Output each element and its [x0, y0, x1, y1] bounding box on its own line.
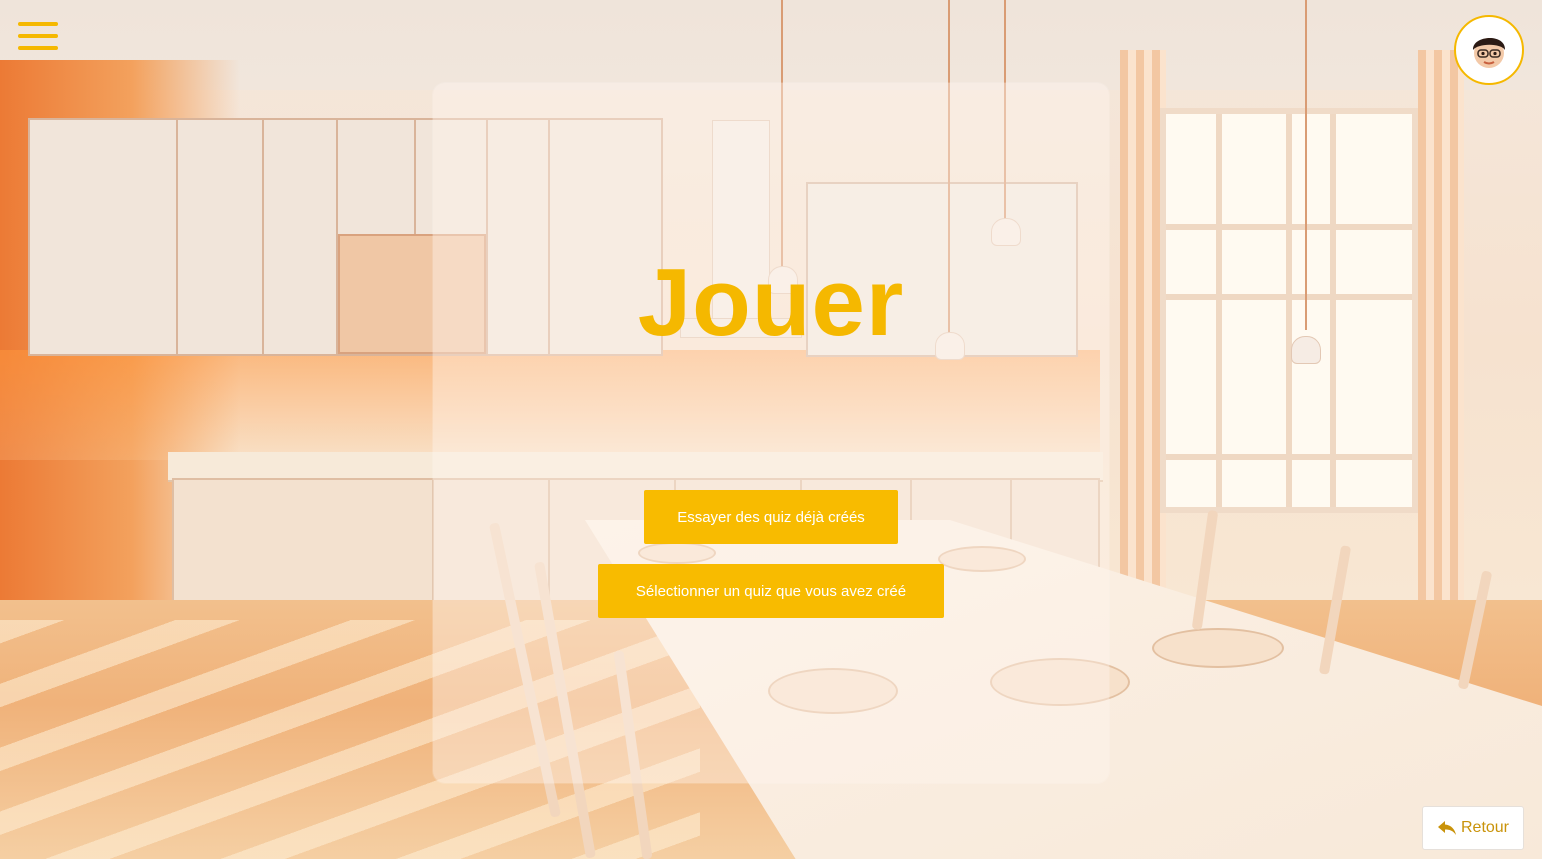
user-avatar-icon[interactable]: [1454, 15, 1524, 85]
back-button-label: Retour: [1460, 819, 1510, 836]
main-panel: [433, 83, 1109, 783]
select-own-quiz-button[interactable]: Sélectionner un quiz que vous avez créé: [598, 564, 944, 618]
hamburger-menu-icon[interactable]: [18, 22, 58, 50]
back-button[interactable]: Retour: [1422, 806, 1524, 850]
try-existing-quizzes-button[interactable]: Essayer des quiz déjà créés: [644, 490, 898, 544]
page-title: Jouer: [637, 249, 905, 356]
reply-arrow-icon: [1437, 820, 1457, 836]
